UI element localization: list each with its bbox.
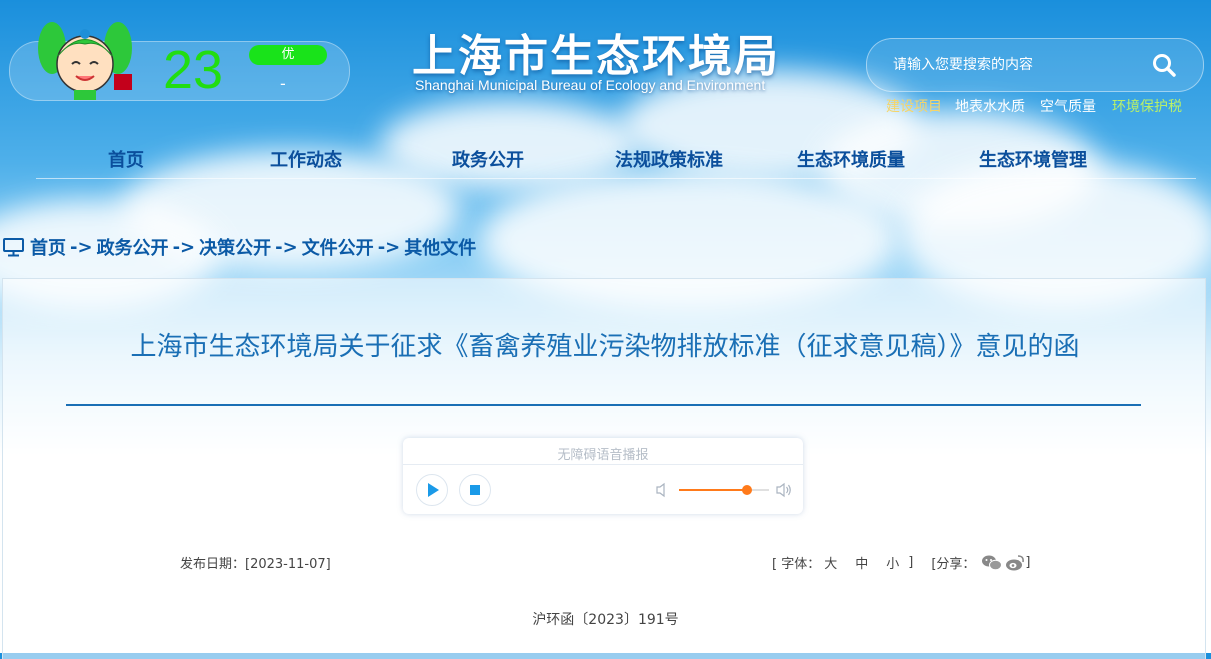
font-size-label: [ 字体：: [772, 557, 821, 572]
breadcrumb: 首页 -> 政务公开 -> 决策公开 -> 文件公开 -> 其他文件: [2, 234, 480, 260]
font-small-button[interactable]: 小: [886, 553, 899, 572]
breadcrumb-separator: ->: [275, 236, 298, 258]
nav-item-news[interactable]: 工作动态: [270, 146, 342, 172]
volume-fill: [679, 489, 747, 491]
site-subtitle: Shanghai Municipal Bureau of Ecology and…: [415, 77, 766, 93]
main-nav: 首页 工作动态 政务公开 法规政策标准 生态环境质量 生态环境管理: [36, 140, 1196, 179]
breadcrumb-decision[interactable]: 决策公开: [199, 234, 271, 260]
font-large-button[interactable]: 大: [824, 553, 837, 572]
aqi-pollutant: -: [280, 74, 286, 93]
share-close: ]: [1025, 555, 1031, 570]
player-label: 无障碍语音播报: [557, 448, 649, 463]
publish-date: 发布日期：[2023-11-07]: [180, 553, 331, 572]
aqi-level-badge: 优: [249, 45, 327, 65]
publish-date-label: 发布日期：: [180, 557, 246, 572]
site-title[interactable]: 上海市生态环境局: [412, 20, 780, 84]
breadcrumb-other-files[interactable]: 其他文件: [404, 234, 476, 260]
volume-knob[interactable]: [741, 485, 752, 495]
publish-date-value: [2023-11-07]: [245, 557, 331, 572]
nav-item-home[interactable]: 首页: [108, 146, 144, 172]
quick-link-env-tax[interactable]: 环境保护税: [1112, 96, 1182, 116]
play-button[interactable]: [416, 474, 448, 506]
share-label: [分享：: [931, 557, 976, 572]
search-input[interactable]: [891, 53, 1145, 77]
nav-item-regulations[interactable]: 法规政策标准: [615, 146, 723, 172]
aqi-value: 23: [163, 40, 224, 100]
breadcrumb-documents[interactable]: 文件公开: [302, 234, 374, 260]
article-title: 上海市生态环境局关于征求《畜禽养殖业污染物排放标准（征求意见稿）》意见的函: [130, 332, 1080, 362]
weibo-icon[interactable]: [1005, 554, 1025, 572]
breadcrumb-government-affairs[interactable]: 政务公开: [97, 234, 169, 260]
monitor-icon: [3, 238, 24, 257]
breadcrumb-separator: ->: [377, 236, 401, 258]
stop-button[interactable]: [459, 474, 491, 506]
quick-link-water-quality[interactable]: 地表水水质: [955, 96, 1025, 116]
font-medium-button[interactable]: 中: [855, 553, 868, 572]
audio-player: 无障碍语音播报: [403, 438, 803, 514]
font-size-close: ]: [908, 555, 914, 570]
search-box: [866, 38, 1204, 92]
nav-item-env-management[interactable]: 生态环境管理: [979, 146, 1087, 172]
quick-link-air-quality[interactable]: 空气质量: [1040, 96, 1096, 116]
font-share-tools: [ 字体： 大 中 小 ] [分享： ]: [772, 553, 1031, 572]
title-divider: [66, 404, 1141, 406]
breadcrumb-separator: ->: [172, 236, 196, 258]
mascot-icon: [38, 22, 132, 100]
quick-link-construction[interactable]: 建设项目: [886, 96, 942, 116]
player-divider: [403, 464, 803, 465]
breadcrumb-home[interactable]: 首页: [30, 234, 66, 260]
volume-high-icon[interactable]: [775, 482, 793, 498]
nav-item-government-affairs[interactable]: 政务公开: [452, 146, 524, 172]
document-number: 沪环函〔2023〕191号: [532, 612, 679, 628]
wechat-icon[interactable]: [981, 554, 1003, 572]
stop-icon: [470, 485, 480, 495]
play-icon: [428, 483, 439, 497]
volume-low-icon[interactable]: [655, 482, 669, 498]
breadcrumb-separator: ->: [70, 236, 93, 258]
volume-slider[interactable]: [679, 485, 769, 495]
search-icon[interactable]: [1151, 52, 1177, 78]
nav-item-env-quality[interactable]: 生态环境质量: [797, 146, 905, 172]
